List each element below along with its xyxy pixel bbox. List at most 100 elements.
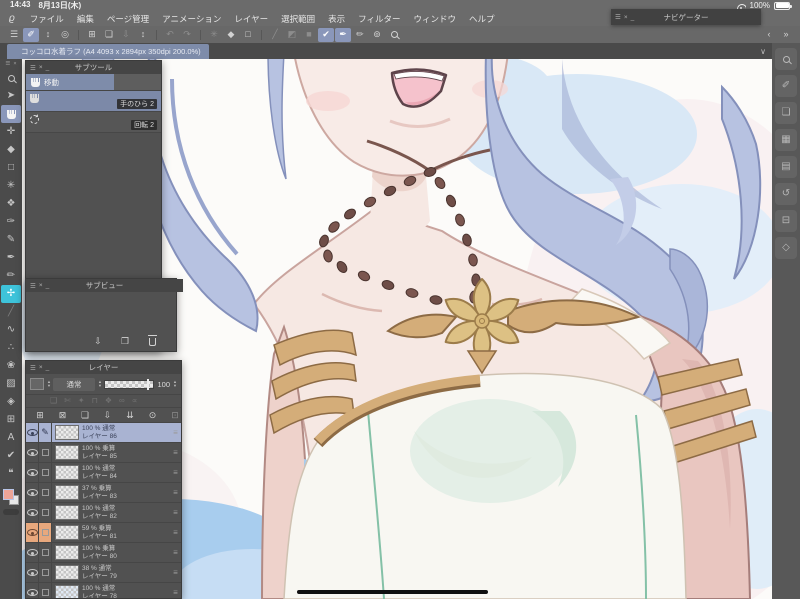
layer-drag-handle[interactable]: ≡ [170,423,181,442]
pen-tool[interactable]: ✒ [1,249,21,267]
menu-icon[interactable]: ☰ [30,64,36,72]
layer-row-78[interactable]: ✎ 100 % 通常 レイヤー 78 ≡ [26,583,181,598]
clip-studio-icon[interactable]: ◎ [57,28,73,42]
menu-item[interactable]: フィルター [358,13,400,25]
stepper[interactable] [98,380,102,388]
menu-icon[interactable]: ☰ [30,282,36,290]
fill-icon[interactable]: ◆ [223,28,239,42]
home-indicator[interactable] [297,590,488,594]
fill-tool[interactable]: ◈ [1,393,21,411]
layer-drag-handle[interactable]: ≡ [170,583,181,598]
draft-layer-icon[interactable]: ✄ [64,397,71,405]
figure-tool[interactable]: ⊞ [1,411,21,429]
pencil-tool[interactable]: ✏ [1,267,21,285]
collapse2-icon[interactable]: ↕ [135,28,151,42]
menu-icon[interactable]: ☰ [615,13,621,21]
visibility-toggle[interactable] [26,443,39,462]
dock-expand-icon[interactable]: » [778,28,794,42]
line-tool[interactable]: ╱ [1,303,21,321]
transfer-down-icon[interactable]: ⇩ [100,408,116,422]
import-image-icon[interactable]: ⇩ [90,335,106,349]
blend-tool[interactable]: ∿ [1,321,21,339]
layer-select-cell[interactable]: ✎ [39,583,52,598]
operation-tool[interactable]: ➤ [1,87,21,105]
menu-item[interactable]: ファイル [30,13,64,25]
brush-tool[interactable]: ✎ [1,231,21,249]
subtool-hand[interactable]: 手のひら 2 [26,91,161,112]
layer-thumbnail[interactable] [55,545,79,560]
layer-select-cell[interactable]: ✎ [39,463,52,482]
layer-drag-handle[interactable]: ≡ [170,443,181,462]
layer-row-84[interactable]: ✎ 100 % 通常 レイヤー 84 ≡ [26,463,181,483]
timeline-button[interactable]: ▤ [775,156,797,178]
new-canvas-icon[interactable]: ⊞ [84,28,100,42]
sub-view-button[interactable]: ❏ [775,102,797,124]
menu-icon[interactable]: ☰ [5,61,10,67]
layer-panel-header[interactable]: ☰ × _ レイヤー [26,361,181,374]
visibility-toggle[interactable] [26,563,39,582]
layer-thumbnail[interactable] [55,585,79,598]
close-icon[interactable]: × [624,14,628,21]
frame-icon[interactable]: ■ [301,28,317,42]
merge-down-icon[interactable]: ⇊ [122,408,138,422]
layer-thumbnail[interactable] [55,485,79,500]
subtool-rotate[interactable]: 回転 2 [26,112,161,133]
color-set-button[interactable]: ▦ [775,129,797,151]
snap-special-icon[interactable]: ✒ [335,27,351,42]
collapse-icon[interactable]: ↕ [40,28,56,42]
minimize-icon[interactable]: _ [46,364,50,371]
close-icon[interactable]: × [39,282,43,289]
layer-select-cell[interactable]: ✎ [39,523,52,542]
redo-icon[interactable]: ↷ [179,28,195,42]
airbrush-tool[interactable]: ∴ [1,339,21,357]
toolbar-button[interactable] [78,29,79,40]
color-dots-toggle[interactable] [3,509,19,515]
layer-thumbnail[interactable] [55,505,79,520]
layer-drag-handle[interactable]: ≡ [170,463,181,482]
stepper[interactable] [173,380,177,388]
link-icon[interactable]: ∞ [119,397,125,405]
layer-drag-handle[interactable]: ≡ [170,523,181,542]
close-icon[interactable]: × [39,64,43,71]
snap-ruler-icon[interactable]: ✔ [318,27,334,42]
lock-layer-icon[interactable]: ✦ [78,397,85,405]
ruler-pen-icon[interactable]: ✏ [352,28,368,42]
document-tab[interactable]: コッコロ水着ラフ (A4 4093 x 2894px 350dpi 200.0%… [7,43,209,59]
toolbar-button[interactable] [156,29,157,40]
layer-select-cell[interactable]: ✎ [39,423,52,442]
menu-item[interactable]: レイヤー [234,13,268,25]
layer-row-83[interactable]: ✎ 37 % 乗算 レイヤー 83 ≡ [26,483,181,503]
menu-item[interactable]: ヘルプ [469,13,495,25]
main-color-swatch[interactable] [3,489,14,500]
subview-panel-header[interactable]: ☰ × _ サブビュー [26,279,183,292]
clear-icon[interactable]: ✳ [206,28,222,42]
layer-select-cell[interactable]: ✎ [39,503,52,522]
3d-material-button[interactable]: ◇ [775,237,797,259]
layer-row-86[interactable]: ✎ 100 % 通常 レイヤー 86 ≡ [26,423,181,443]
layer-drag-handle[interactable]: ≡ [170,543,181,562]
layer-thumbnail-setting[interactable] [30,378,44,390]
minimize-icon[interactable]: _ [46,282,50,289]
layer-drag-handle[interactable]: ≡ [170,483,181,502]
layer-thumbnail[interactable] [55,525,79,540]
object-tool[interactable]: ✢ [1,285,21,303]
apply-mask-icon[interactable]: ⊡ [167,408,181,422]
dock-collapse-icon[interactable]: ‹ [761,28,777,42]
visibility-toggle[interactable] [26,503,39,522]
export-icon[interactable]: ⇩ [118,28,134,42]
toolbar-button[interactable] [200,29,201,40]
text-tool[interactable]: A [1,429,21,447]
hand-tool[interactable] [1,105,21,123]
menu-icon[interactable]: ☰ [30,364,36,372]
new-raster-layer-icon[interactable]: ⊞ [32,408,48,422]
rotate-view-icon[interactable]: ⊚ [369,28,385,42]
lock-alpha-icon[interactable]: ⊓ [92,397,98,405]
tool-property-button[interactable]: ✐ [775,75,797,97]
navigator-button[interactable] [775,48,797,70]
stepper[interactable] [47,380,51,388]
opacity-slider-knob[interactable] [147,378,150,390]
decoration-tool[interactable]: ❀ [1,357,21,375]
menu-item[interactable]: 編集 [77,13,94,25]
correction-tool[interactable]: ❖ [1,195,21,213]
main-menu-icon[interactable]: ☰ [6,28,22,42]
